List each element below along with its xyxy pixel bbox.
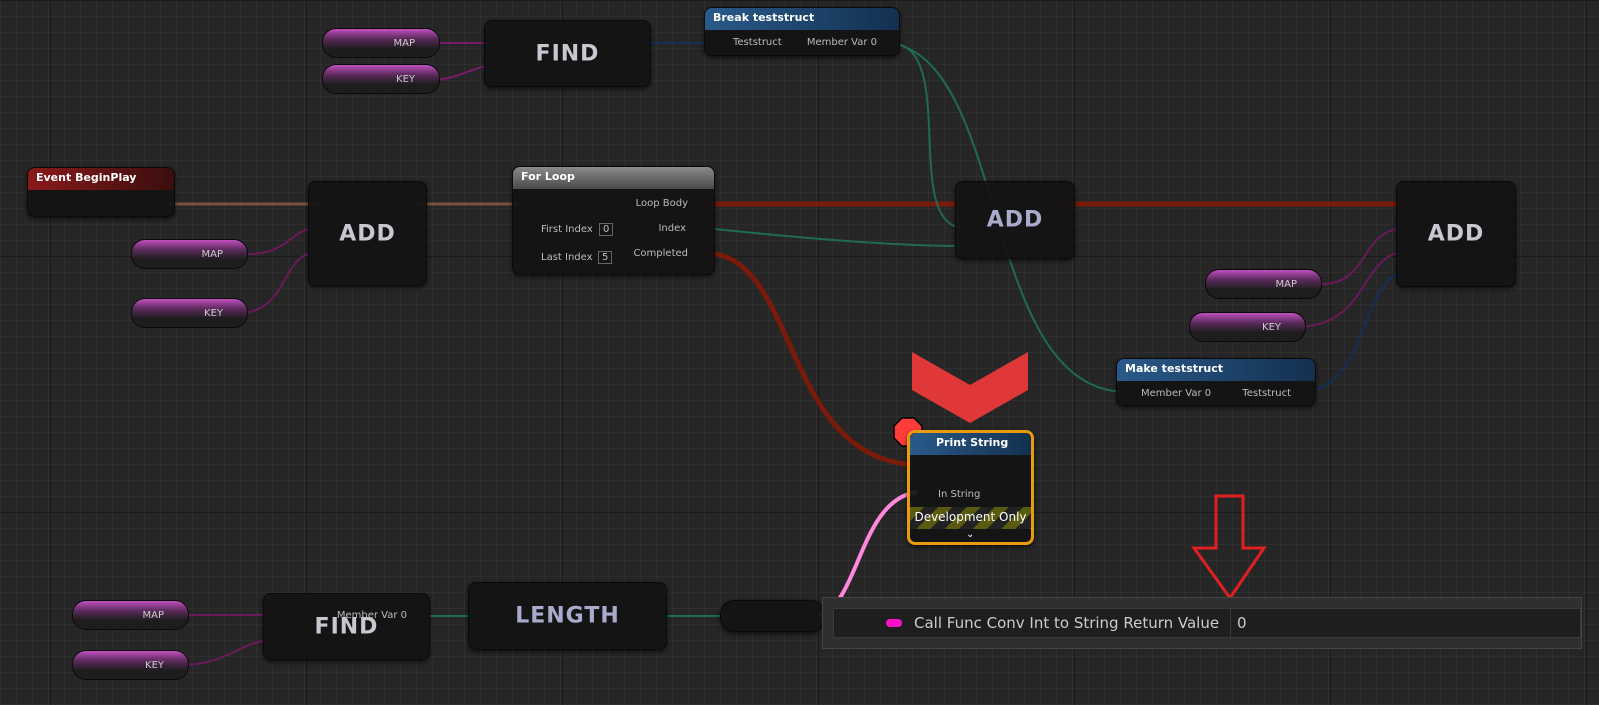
make-teststruct-node[interactable]: Make teststruct Member Var 0 Teststruct [1116, 358, 1316, 406]
add-node-middle[interactable]: ADD [955, 181, 1075, 259]
first-index-input[interactable]: 0 [599, 223, 614, 236]
key-label: KEY [204, 308, 223, 319]
node-title: Print String [910, 433, 1031, 455]
key-variable[interactable]: KEY [131, 298, 248, 328]
wire-exec-completed-print [704, 250, 918, 468]
pin-in-string[interactable]: In String [938, 489, 980, 500]
conv-int-to-string-node[interactable] [720, 600, 825, 632]
wire-index-add [704, 227, 966, 247]
last-index-input[interactable]: 5 [598, 251, 613, 264]
development-only-banner: Development Only [910, 507, 1031, 529]
pin-first-index[interactable]: First Index [541, 224, 593, 235]
down-arrow-annotation-icon [1191, 494, 1267, 601]
tooltip-label: Call Func Conv Int to String Return Valu… [914, 614, 1220, 632]
pin-member-var[interactable]: Member Var 0 [1141, 388, 1211, 399]
pin-member-var[interactable]: Member Var 0 [337, 610, 407, 621]
expand-chevron-icon[interactable]: ⌄ [966, 529, 974, 540]
pin-completed[interactable]: Completed [633, 248, 688, 259]
node-title: FIND [535, 41, 600, 66]
breakpoint-chevron-icon [912, 352, 1028, 423]
node-title: Event BeginPlay [28, 168, 174, 190]
key-label: KEY [1262, 322, 1281, 333]
find-node-bottom[interactable]: FIND Member Var 0 [263, 593, 430, 660]
node-title: ADD [986, 207, 1044, 233]
pin-teststruct[interactable]: Teststruct [733, 37, 782, 48]
break-teststruct-node[interactable]: Break teststruct Teststruct Member Var 0 [704, 7, 900, 56]
map-variable[interactable]: MAP [131, 239, 248, 269]
pin-teststruct[interactable]: Teststruct [1242, 388, 1291, 399]
node-title: Make teststruct [1117, 359, 1315, 381]
pin-last-index[interactable]: Last Index [541, 252, 593, 263]
watch-value-tooltip: Call Func Conv Int to String Return Valu… [822, 597, 1582, 649]
map-label: MAP [201, 249, 224, 260]
key-label: KEY [396, 74, 415, 85]
node-title: For Loop [513, 167, 714, 189]
wire-break-add [889, 42, 966, 229]
wire-key-find2 [178, 639, 275, 666]
node-title: LENGTH [515, 603, 620, 629]
pin-member-var[interactable]: Member Var 0 [807, 37, 877, 48]
map-label: MAP [1275, 279, 1298, 290]
pin-loop-body[interactable]: Loop Body [636, 198, 688, 209]
map-variable[interactable]: MAP [1205, 269, 1322, 299]
node-title: Break teststruct [705, 8, 899, 30]
add-node-left[interactable]: ADD [308, 181, 427, 286]
event-beginplay-node[interactable]: Event BeginPlay [27, 167, 175, 217]
map-variable[interactable]: MAP [72, 600, 189, 630]
tooltip-value: 0 [1230, 609, 1253, 637]
map-label: MAP [142, 610, 165, 621]
length-node[interactable]: LENGTH [468, 582, 667, 650]
node-title: ADD [1427, 221, 1485, 247]
add-node-right[interactable]: ADD [1396, 181, 1516, 287]
find-node-top[interactable]: FIND [484, 20, 651, 87]
print-string-node[interactable]: Print String In String Development Only … [907, 430, 1034, 545]
pin-index[interactable]: Index [658, 223, 686, 234]
for-loop-node[interactable]: For Loop Loop Body First Index 0 Index L… [512, 166, 715, 275]
key-variable[interactable]: KEY [72, 650, 189, 680]
wire-key-add [237, 251, 319, 314]
key-label: KEY [145, 660, 164, 671]
key-variable[interactable]: KEY [322, 64, 440, 94]
map-label: MAP [393, 38, 416, 49]
string-pin-icon [886, 619, 902, 627]
key-variable[interactable]: KEY [1189, 312, 1306, 342]
map-variable[interactable]: MAP [322, 28, 440, 58]
node-title: ADD [339, 221, 396, 246]
